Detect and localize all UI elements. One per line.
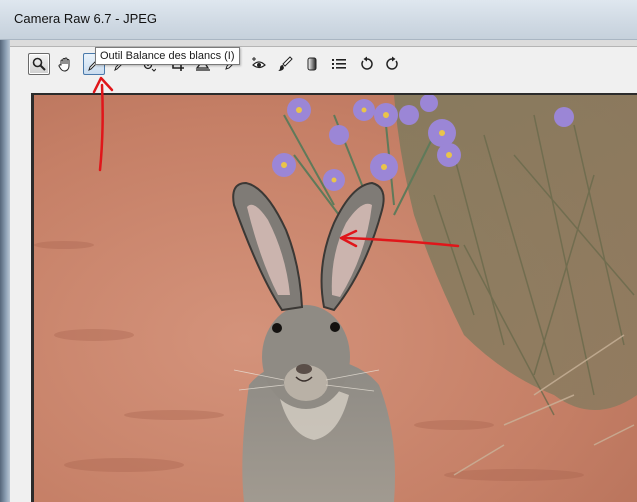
rotate-cw-icon: [386, 56, 398, 70]
magnifier-icon: [32, 57, 46, 71]
rotate-right-button[interactable]: [381, 53, 403, 75]
graduated-filter-icon: [307, 57, 317, 71]
adjustment-brush-tool-button[interactable]: [274, 53, 296, 75]
dialog-top-strip: [10, 40, 637, 47]
list-icon: [332, 59, 346, 69]
rabbit-photo: [34, 95, 637, 502]
image-preview[interactable]: [34, 95, 637, 502]
hand-tool-button[interactable]: [54, 53, 76, 75]
rotate-ccw-icon: [361, 56, 373, 70]
title-bar[interactable]: Camera Raw 6.7 - JPEG: [0, 0, 637, 40]
rotate-left-button[interactable]: [356, 53, 378, 75]
window-frame-left: [0, 40, 10, 502]
red-eye-icon: [252, 57, 266, 69]
camera-raw-window: Camera Raw 6.7 - JPEG Outil Balance des …: [0, 0, 637, 502]
preferences-button[interactable]: [328, 53, 350, 75]
brush-icon: [278, 56, 293, 71]
red-eye-tool-button[interactable]: [248, 53, 270, 75]
hand-icon: [58, 57, 70, 72]
zoom-tool-button[interactable]: [28, 53, 50, 75]
graduated-filter-tool-button[interactable]: [301, 53, 323, 75]
image-preview-frame: [31, 93, 637, 502]
window-title: Camera Raw 6.7 - JPEG: [14, 11, 158, 26]
dialog-content: [10, 40, 637, 502]
tool-tooltip: Outil Balance des blancs (I): [95, 47, 240, 65]
